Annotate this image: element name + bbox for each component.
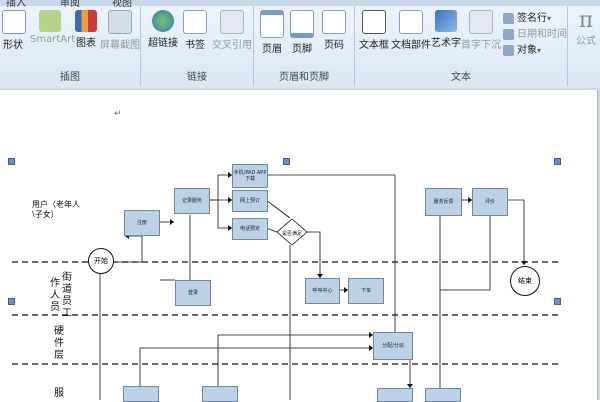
document-page[interactable]: ↵ 用户（老年人\子女） 街 道 员 工 作 人 员 硬 件 层 服 开始 结束… bbox=[0, 90, 598, 402]
group-header-footer: 页眉 页脚 页码 页眉和页脚 bbox=[254, 6, 355, 86]
wordart-label: 艺术字 bbox=[431, 38, 461, 49]
bookmark-icon bbox=[183, 10, 207, 34]
assign-node[interactable]: 分配/分派 bbox=[373, 332, 413, 360]
login-node[interactable]: 登录 bbox=[175, 280, 211, 306]
docparts-icon bbox=[399, 10, 423, 34]
wordart-button[interactable]: 艺术字 bbox=[431, 10, 461, 49]
screenshot-label: 屏幕截图 bbox=[100, 40, 140, 51]
dropcap-button[interactable]: 首字下沉 bbox=[461, 10, 501, 51]
header-button[interactable]: 页眉 bbox=[260, 10, 284, 55]
header-icon bbox=[260, 10, 284, 38]
textbox-button[interactable]: 文本框 bbox=[359, 10, 389, 51]
textbox-icon bbox=[362, 10, 386, 34]
bookmark-label: 书签 bbox=[185, 40, 205, 51]
pagenum-label: 页码 bbox=[324, 40, 344, 51]
decision-label: 是否满足 bbox=[282, 231, 303, 237]
chart-button[interactable]: 图表 bbox=[74, 10, 98, 49]
smartart-button[interactable]: SmartArt bbox=[30, 10, 75, 45]
ribbon: 插入 审阅 视图 形状 SmartArt 图表 屏幕截图 插图 超链接 书签 交… bbox=[0, 0, 600, 89]
header-label: 页眉 bbox=[262, 44, 282, 55]
dispatch-node[interactable]: 下单 bbox=[348, 278, 384, 304]
datetime-button[interactable]: 日期和时间 bbox=[503, 28, 567, 42]
screenshot-icon bbox=[108, 10, 132, 34]
start-node[interactable]: 开始 bbox=[88, 248, 114, 274]
docparts-label: 文档部件 bbox=[391, 40, 431, 51]
selection-handle[interactable] bbox=[283, 158, 290, 165]
web-node[interactable]: 网上预订 bbox=[232, 190, 268, 212]
datetime-label: 日期和时间 bbox=[517, 29, 567, 40]
pi-icon: π bbox=[578, 8, 594, 33]
selection-handle[interactable] bbox=[8, 158, 15, 165]
register-node[interactable]: 注册 bbox=[124, 210, 160, 236]
group-text: 文本框 文档部件 艺术字 首字下沉 签名行▾ 日期和时间 对象▾ 文本 bbox=[355, 6, 568, 86]
footer-button[interactable]: 页脚 bbox=[290, 10, 314, 55]
lane-label-hardware: 硬 件 层 bbox=[54, 326, 64, 361]
dropcap-label: 首字下沉 bbox=[461, 40, 501, 51]
signature-line-button[interactable]: 签名行▾ bbox=[503, 12, 551, 26]
signature-icon bbox=[503, 12, 514, 24]
page-number-icon bbox=[322, 10, 346, 34]
phone-node[interactable]: 电话预定 bbox=[232, 218, 268, 240]
object-icon bbox=[503, 44, 514, 56]
selection-handle[interactable] bbox=[554, 158, 561, 165]
selection-handle[interactable] bbox=[554, 298, 561, 305]
group-header-footer-label: 页眉和页脚 bbox=[279, 72, 329, 83]
screenshot-button[interactable]: 屏幕截图 bbox=[100, 10, 140, 51]
signature-label: 签名行 bbox=[517, 13, 547, 24]
chevron-down-icon: ▾ bbox=[547, 14, 552, 23]
crossref-icon bbox=[220, 10, 244, 34]
crossref-button[interactable]: 交叉引用 bbox=[211, 10, 253, 51]
pad-node[interactable]: 手机/PAD APP下载 bbox=[232, 164, 268, 188]
chart-icon bbox=[75, 10, 97, 32]
footer-label: 页脚 bbox=[292, 44, 312, 55]
hyperlink-label: 超链接 bbox=[148, 38, 178, 49]
call-center-node[interactable]: 呼叫中心 bbox=[305, 278, 340, 304]
record-node[interactable]: 记录服务 bbox=[174, 188, 210, 214]
formula-button[interactable]: π 公式 bbox=[572, 8, 600, 48]
globe-link-icon bbox=[152, 10, 174, 32]
object-button[interactable]: 对象▾ bbox=[503, 44, 541, 58]
smartart-label: SmartArt bbox=[30, 34, 76, 45]
shape-label: 形状 bbox=[3, 40, 23, 51]
lane-label-user: 用户（老年人\子女） bbox=[32, 200, 80, 219]
chevron-down-icon: ▾ bbox=[537, 46, 542, 55]
dropcap-icon bbox=[469, 10, 493, 34]
textbox-label: 文本框 bbox=[359, 40, 389, 51]
chart-label: 图表 bbox=[76, 38, 96, 49]
crossref-label: 交叉引用 bbox=[212, 40, 252, 51]
formula-label: 公式 bbox=[576, 36, 596, 47]
group-illustrations-label: 插图 bbox=[60, 72, 80, 83]
hyperlink-button[interactable]: 超链接 bbox=[147, 10, 179, 49]
lane-label-street: 街 道 员 工 bbox=[62, 272, 72, 319]
evaluate-node[interactable]: 评价 bbox=[472, 188, 508, 216]
feedback-node[interactable]: 服务反馈 bbox=[425, 188, 462, 216]
lane-label-service: 服 bbox=[54, 388, 64, 399]
pagenum-button[interactable]: 页码 bbox=[322, 10, 346, 51]
smartart-icon bbox=[39, 10, 61, 32]
group-links: 超链接 书签 交叉引用 链接 bbox=[141, 6, 254, 86]
lane-label-street-side: 作 人 员 bbox=[50, 278, 60, 313]
wordart-icon bbox=[435, 10, 457, 32]
bookmark-button[interactable]: 书签 bbox=[183, 10, 207, 51]
selection-handle[interactable] bbox=[8, 298, 15, 305]
group-links-label: 链接 bbox=[187, 72, 207, 83]
end-node[interactable]: 结束 bbox=[510, 266, 540, 296]
docparts-button[interactable]: 文档部件 bbox=[391, 10, 431, 51]
group-text-label: 文本 bbox=[451, 72, 471, 83]
group-illustrations: 形状 SmartArt 图表 屏幕截图 插图 bbox=[0, 6, 141, 86]
calendar-icon bbox=[503, 28, 514, 40]
shape-icon bbox=[2, 10, 26, 34]
object-label: 对象 bbox=[517, 45, 537, 56]
shape-button[interactable]: 形状 bbox=[2, 10, 26, 51]
footer-icon bbox=[290, 10, 314, 38]
